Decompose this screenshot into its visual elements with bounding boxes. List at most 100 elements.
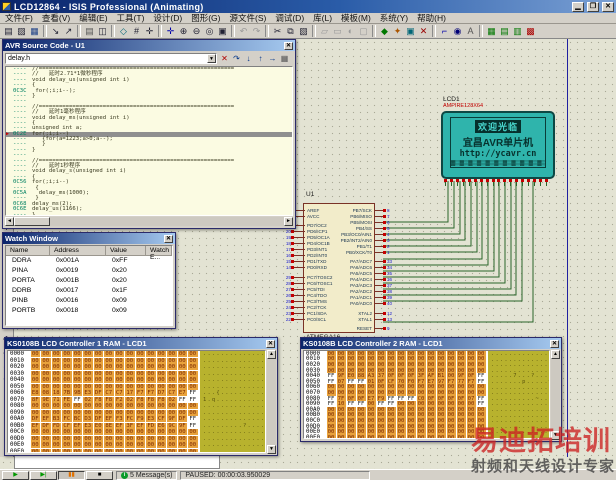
chevron-down-icon[interactable]: ▼ — [207, 54, 216, 63]
memory-byte: 00 — [167, 371, 177, 377]
pan-icon[interactable]: ✛ — [164, 25, 177, 38]
cut-icon[interactable]: ✂ — [271, 25, 284, 38]
pause-button[interactable]: ▮▮ — [58, 471, 85, 480]
menu-item[interactable]: 查看(V) — [42, 12, 70, 24]
watch-row[interactable]: DDRA0x001A0xFF — [6, 256, 172, 266]
paste-icon[interactable]: ▧ — [297, 25, 310, 38]
run-to-cursor-icon[interactable]: → — [267, 53, 278, 64]
new-file-icon[interactable]: ▤ — [2, 25, 15, 38]
make-device-icon[interactable]: ✦ — [391, 25, 404, 38]
memory-byte: 00 — [178, 377, 188, 383]
memory-byte: 00 — [157, 429, 167, 435]
scroll-down-icon[interactable]: ▼ — [551, 431, 560, 440]
redraw-icon[interactable]: ◇ — [117, 25, 130, 38]
menu-item[interactable]: 帮助(H) — [417, 12, 446, 24]
scroll-up-icon[interactable]: ▲ — [267, 350, 276, 359]
watch-row[interactable]: PORTB0x00180x09 — [6, 306, 172, 316]
menu-item[interactable]: 图形(G) — [191, 12, 220, 24]
zoom-area-icon[interactable]: ▣ — [216, 25, 229, 38]
menu-item[interactable]: 源文件(S) — [230, 12, 267, 24]
scroll-thumb[interactable] — [14, 217, 50, 226]
scroll-down-icon[interactable]: ▼ — [267, 445, 276, 454]
watch-col-address[interactable]: Address — [50, 246, 106, 256]
export-section-icon[interactable]: ↗ — [62, 25, 75, 38]
close-button[interactable]: ✕ — [602, 2, 614, 12]
menu-item[interactable]: 工具(T) — [117, 12, 145, 24]
watch-row[interactable]: PINA0x00190x20 — [6, 266, 172, 276]
watch-row[interactable]: PORTA0x001B0x20 — [6, 276, 172, 286]
toggle-breakpoint-icon[interactable]: ✕ — [219, 53, 230, 64]
menu-item[interactable]: 文件(F) — [5, 12, 33, 24]
source-window-titlebar[interactable]: AVR Source Code - U1 ✕ — [3, 40, 295, 51]
save-file-icon[interactable]: ▦ — [28, 25, 41, 38]
design-explorer-icon[interactable]: ▦ — [485, 25, 498, 38]
open-file-icon[interactable]: ▨ — [15, 25, 28, 38]
search-tag-icon[interactable]: ◉ — [451, 25, 464, 38]
toggle-grid-icon[interactable]: # — [130, 25, 143, 38]
step-out-icon[interactable]: ↑ — [255, 53, 266, 64]
scroll-up-icon[interactable]: ▲ — [551, 350, 560, 359]
schematic-canvas[interactable]: U1 32AREF30AVCC21PD7/OC220PD6/ICP119PD5/… — [0, 39, 616, 469]
new-sheet-icon[interactable]: ▤ — [498, 25, 511, 38]
print-icon[interactable]: ▤ — [83, 25, 96, 38]
block-rotate-icon[interactable]: ◐ — [344, 25, 357, 38]
scroll-right-icon[interactable]: ► — [284, 217, 293, 226]
lcd-display[interactable]: 欢迎光临 宜昌AVR单片机 http://ycavr.cn ▓▒▓▒▓▒▓▒▓▒… — [441, 111, 555, 179]
message-panel[interactable]: i 5 Message(s) — [116, 471, 177, 480]
block-delete-icon[interactable]: ▢ — [357, 25, 370, 38]
copy-icon[interactable]: ⧉ — [284, 25, 297, 38]
menu-item[interactable]: 设计(D) — [153, 12, 182, 24]
watch-row[interactable]: DDRB0x00170x1F — [6, 286, 172, 296]
menu-item[interactable]: 系统(Y) — [380, 12, 408, 24]
memory-window-2-close-icon[interactable]: ✕ — [550, 340, 559, 348]
restore-button[interactable]: ❐ — [587, 2, 599, 12]
block-copy-icon[interactable]: ▱ — [318, 25, 331, 38]
memory-window-2-scrollbar[interactable]: ▲ ▼ — [551, 350, 560, 440]
decompose-icon[interactable]: ✕ — [417, 25, 430, 38]
step-over-icon[interactable]: ↷ — [231, 53, 242, 64]
exit-to-parent-icon[interactable]: ▩ — [524, 25, 537, 38]
menu-item[interactable]: 库(L) — [313, 12, 332, 24]
stop-button[interactable]: ■ — [86, 471, 113, 480]
source-code-area[interactable]: ----//==================================… — [5, 66, 293, 216]
menu-item[interactable]: 编辑(E) — [79, 12, 107, 24]
zoom-out-icon[interactable]: ⊖ — [190, 25, 203, 38]
watch-row[interactable]: PINB0x00160x09 — [6, 296, 172, 306]
zoom-in-icon[interactable]: ⊕ — [177, 25, 190, 38]
wire-autorouter-icon[interactable]: ⌐ — [438, 25, 451, 38]
import-section-icon[interactable]: ↘ — [49, 25, 62, 38]
memory-window-1-scrollbar[interactable]: ▲ ▼ — [267, 350, 276, 454]
source-display-options-icon[interactable]: ▦ — [279, 53, 290, 64]
source-hscrollbar[interactable]: ◄ ► — [5, 217, 293, 226]
memory-ascii: ................ — [200, 449, 265, 454]
memory-window-1-close-icon[interactable]: ✕ — [266, 340, 275, 348]
menu-item[interactable]: 模板(M) — [341, 12, 371, 24]
pick-parts-icon[interactable]: ◆ — [378, 25, 391, 38]
watch-col-value[interactable]: Value — [106, 246, 146, 256]
source-window-close-icon[interactable]: ✕ — [284, 42, 293, 50]
step-button[interactable]: ▶| — [30, 471, 57, 480]
watch-window-titlebar[interactable]: Watch Window ✕ — [3, 233, 175, 244]
memory-byte: 00 — [136, 449, 146, 453]
watch-col-name[interactable]: Name — [6, 246, 50, 256]
undo-icon[interactable]: ↶ — [237, 25, 250, 38]
redo-icon[interactable]: ↷ — [250, 25, 263, 38]
scroll-left-icon[interactable]: ◄ — [5, 217, 14, 226]
watch-cell — [146, 256, 172, 266]
step-into-icon[interactable]: ↓ — [243, 53, 254, 64]
source-file-selector[interactable]: delay.h ▼ — [5, 53, 217, 64]
memory-window-2-titlebar[interactable]: KS0108B LCD Controller 2 RAM - LCD1 ✕ — [301, 338, 561, 349]
memory-window-1-titlebar[interactable]: KS0108B LCD Controller 1 RAM - LCD1 ✕ — [5, 338, 277, 349]
zoom-all-icon[interactable]: ◎ — [203, 25, 216, 38]
property-assignment-icon[interactable]: A — [464, 25, 477, 38]
block-move-icon[interactable]: ▭ — [331, 25, 344, 38]
watch-col-expr[interactable]: Watch E... — [146, 246, 172, 256]
minimize-button[interactable]: ▁ — [572, 2, 584, 12]
watch-window-close-icon[interactable]: ✕ — [164, 235, 173, 243]
packaging-tool-icon[interactable]: ▣ — [404, 25, 417, 38]
mark-area-icon[interactable]: ◫ — [96, 25, 109, 38]
menu-item[interactable]: 调试(D) — [275, 12, 304, 24]
origin-icon[interactable]: ✛ — [143, 25, 156, 38]
remove-sheet-icon[interactable]: ▥ — [511, 25, 524, 38]
play-button[interactable]: ▶ — [2, 471, 29, 480]
